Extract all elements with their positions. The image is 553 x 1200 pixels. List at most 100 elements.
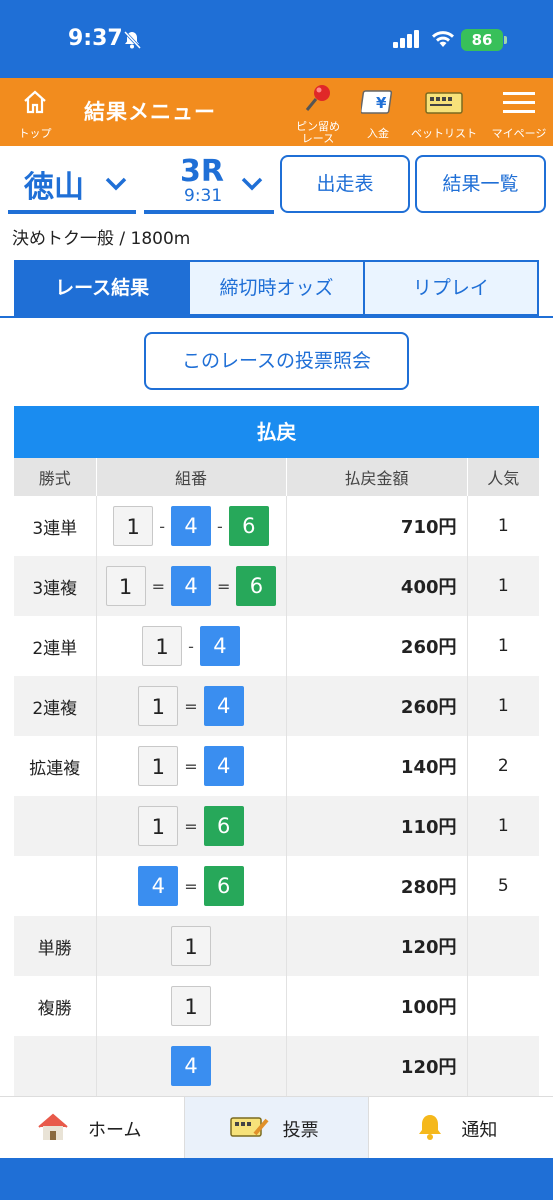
combination-group: 1	[171, 926, 211, 966]
top-button[interactable]: トップ	[10, 78, 60, 146]
payout-amount: 280円	[286, 856, 468, 916]
battery-indicator: 86	[461, 29, 507, 51]
tab-replay[interactable]: リプレイ	[364, 262, 537, 314]
boat-number-badge: 1	[138, 806, 179, 846]
race-time: 9:31	[184, 186, 223, 206]
pin-label: ピン留め レース	[286, 121, 350, 145]
boat-number-badge: 4	[138, 866, 179, 906]
payout-table: 勝式 組番 払戻金額 人気 3連単 1-4-6 710円 1 3連複 1 = 4 = 6 400円 1…	[14, 458, 539, 1096]
popularity: 1	[467, 496, 539, 556]
payout-amount: 260円	[286, 676, 468, 736]
payout-amount: 120円	[286, 916, 468, 976]
payout-title: 払戻	[14, 406, 539, 458]
combination: 1	[96, 976, 287, 1036]
payout-row: 拡連複 1 = 4 140円 2	[14, 736, 539, 796]
wifi-icon	[430, 29, 456, 53]
race-selector[interactable]: 3R 9:31	[144, 154, 274, 214]
combination-group: 1 = 6	[138, 806, 244, 846]
combination-separator: -	[188, 636, 194, 656]
popularity: 5	[467, 856, 539, 916]
results-list-button[interactable]: 結果一覧	[415, 155, 546, 213]
combination-separator: =	[217, 576, 231, 596]
boat-number-badge: 1	[138, 686, 179, 726]
yen-card-icon: ¥	[361, 90, 393, 114]
deposit-label: 入金	[367, 127, 389, 140]
bet-type	[14, 856, 97, 916]
combination-group: 1 = 4	[138, 686, 244, 726]
bet-type: 複勝	[14, 976, 97, 1036]
bottom-nav: ホーム 投票 通知	[0, 1096, 553, 1158]
boat-number-badge: 4	[171, 506, 211, 546]
payout-amount: 400円	[286, 556, 468, 616]
pin-race-button[interactable]: ピン留め レース	[286, 78, 350, 146]
payout-amount: 260円	[286, 616, 468, 676]
popularity: 1	[467, 796, 539, 856]
top-label: トップ	[18, 127, 52, 140]
vote-inquiry-button[interactable]: このレースの投票照会	[144, 332, 409, 390]
boat-number-badge: 6	[228, 506, 269, 546]
my-page-button[interactable]: マイページ	[486, 78, 552, 146]
header-bet-type: 勝式	[14, 458, 97, 496]
tab-race-result[interactable]: レース結果	[16, 262, 191, 314]
combination: 1-4-6	[96, 496, 287, 556]
boat-number-badge: 1	[142, 626, 183, 666]
combination-group: 4	[171, 1046, 211, 1086]
result-tabs: レース結果 締切時オッズ リプレイ	[14, 260, 539, 316]
popularity: 1	[467, 556, 539, 616]
bet-type: 拡連複	[14, 736, 97, 796]
popularity	[467, 916, 539, 976]
combination: 4	[96, 1036, 287, 1096]
bet-type	[14, 796, 97, 856]
combination-group: 1	[171, 986, 211, 1026]
combination-separator: =	[184, 756, 198, 776]
bet-type: 単勝	[14, 916, 97, 976]
venue-selector[interactable]: 徳山	[8, 154, 136, 214]
race-underline	[144, 210, 274, 214]
boat-number-badge: 6	[236, 566, 277, 606]
combination-group: 1-4-6	[113, 506, 269, 546]
boat-number-badge: 1	[171, 986, 211, 1026]
payout-row: 4 = 6 280円 5	[14, 856, 539, 916]
chevron-down-icon	[105, 177, 127, 191]
app-header: トップ 結果メニュー ピン留め レース ¥ 入金 ベットリスト マイページ	[0, 78, 553, 146]
tab-closing-odds[interactable]: 締切時オッズ	[190, 262, 365, 314]
pin-icon	[305, 85, 330, 111]
bell-icon	[419, 1115, 442, 1140]
boat-number-badge: 4	[203, 746, 244, 786]
popularity: 1	[467, 676, 539, 736]
boat-number-badge: 1	[113, 506, 154, 546]
combination: 1 = 4	[96, 736, 287, 796]
header-popularity: 人気	[467, 458, 539, 496]
venue-name: 徳山	[24, 170, 84, 205]
combination: 1 = 6	[96, 796, 287, 856]
nav-vote[interactable]: 投票	[184, 1097, 370, 1158]
boat-number-badge: 6	[203, 806, 244, 846]
popularity	[467, 976, 539, 1036]
boat-number-badge: 1	[138, 746, 179, 786]
deposit-button[interactable]: ¥ 入金	[352, 78, 404, 146]
nav-home[interactable]: ホーム	[0, 1097, 185, 1158]
nav-notify[interactable]: 通知	[369, 1097, 553, 1158]
bet-type	[14, 1036, 97, 1096]
boat-number-badge: 1	[171, 926, 211, 966]
combination-group: 1-4	[142, 626, 240, 666]
combination-separator: -	[159, 516, 165, 536]
status-time: 9:37	[68, 26, 123, 51]
silent-bell-icon	[122, 30, 142, 54]
race-number: 3R	[180, 154, 224, 189]
payout-row: 3連単 1-4-6 710円 1	[14, 496, 539, 556]
boat-number-badge: 4	[171, 566, 211, 606]
bet-list-button[interactable]: ベットリスト	[408, 78, 480, 146]
boat-number-badge: 4	[203, 686, 244, 726]
payout-amount: 120円	[286, 1036, 468, 1096]
bet-type: 2連複	[14, 676, 97, 736]
payout-amount: 100円	[286, 976, 468, 1036]
combination-group: 1 = 4 = 6	[105, 566, 277, 606]
ticket-pen-icon	[229, 1117, 269, 1137]
combination: 1 = 4 = 6	[96, 556, 287, 616]
bet-type: 2連単	[14, 616, 97, 676]
payout-row: 4 120円	[14, 1036, 539, 1096]
entry-list-button[interactable]: 出走表	[280, 155, 410, 213]
combination: 1	[96, 916, 287, 976]
combination: 1-4	[96, 616, 287, 676]
